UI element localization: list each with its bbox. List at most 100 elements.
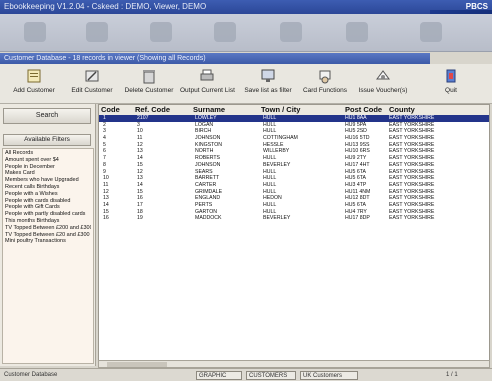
edit-customer-button[interactable]: Edit Customer	[70, 66, 114, 102]
table-row[interactable]: 13 16 ENGLAND HEDON HU12 8DT EAST YORKSHIRE	[99, 195, 489, 202]
truck-icon[interactable]	[280, 22, 302, 42]
cart-icon[interactable]	[150, 22, 172, 42]
quit-button[interactable]: Quit	[436, 66, 466, 102]
filter-item[interactable]: People with cards disabled	[5, 198, 91, 205]
table-row[interactable]: 6 13 NORTH WILLERBY HU10 6RS EAST YORKSHIRE	[99, 148, 489, 155]
cell-ref-code: 15	[137, 161, 143, 168]
filter-item[interactable]: People with partly disabled cards	[5, 211, 91, 218]
table-row[interactable]: 2 3 LOGAN HULL HU9 5PA EAST YORKSHIRE	[99, 122, 489, 129]
add-customer-button[interactable]: Add Customer	[12, 66, 56, 102]
cell-surname: LOWLEY	[195, 115, 217, 121]
available-filters-button[interactable]: Available Filters	[3, 134, 91, 146]
output-current-list-button[interactable]: Output Current List	[180, 66, 235, 102]
title-bar: Ebookkeeping V1.2.04 - Cskeed : DEMO, Vi…	[0, 0, 492, 14]
add-customer-icon	[27, 69, 41, 83]
table-row[interactable]: 12 15 GRIMDALE HULL HU11 4NM EAST YORKSHIRE	[99, 189, 489, 196]
cell-county: EAST YORKSHIRE	[389, 115, 435, 121]
cell-town: HULL	[263, 121, 277, 128]
cell-ref-code: 13	[137, 148, 143, 155]
column-header-town[interactable]: Town / City	[261, 105, 300, 115]
save-list-as-filter-button[interactable]: Save list as filter	[244, 66, 292, 102]
cell-county: EAST YORKSHIRE	[389, 128, 435, 135]
column-header-code[interactable]: Code	[101, 105, 120, 115]
cell-town: HULL	[263, 208, 277, 215]
cube-icon[interactable]	[346, 22, 368, 42]
cell-code: 3	[103, 128, 106, 135]
cell-county: EAST YORKSHIRE	[389, 141, 435, 148]
cell-post-code: HU5 2SD	[345, 128, 367, 135]
column-header-county[interactable]: County	[389, 105, 415, 115]
people-icon[interactable]	[24, 22, 46, 42]
filter-item[interactable]: Members who have Upgraded	[5, 177, 91, 184]
table-row[interactable]: 16 19 MADDOCK BEVERLEY HU17 8DP EAST YORKSHIR…	[99, 215, 489, 222]
column-header-surname[interactable]: Surname	[193, 105, 225, 115]
cell-ref-code: 2107	[137, 115, 149, 121]
table-row[interactable]: 5 12 KINGSTON HESSLE HU13 9SS EAST YORKSHIRE	[99, 142, 489, 149]
left-panel: Search Available Filters All Records Amou…	[0, 104, 96, 366]
cell-town: COTTINGHAM	[263, 135, 298, 142]
table-row[interactable]: 4 11 JOHNSON COTTINGHAM HU16 5TD EAST YORKSHI…	[99, 135, 489, 142]
cell-ref-code: 13	[137, 175, 143, 182]
main-toolbar: Add Customer Edit Customer Delete Custom…	[0, 64, 492, 104]
filter-item[interactable]: Mini poultry Transactions	[5, 238, 91, 245]
cell-county: EAST YORKSHIRE	[389, 208, 435, 215]
subwindow-title-bar: Customer Database - 18 records in viewer…	[0, 53, 430, 64]
cell-code: 1	[103, 115, 106, 121]
table-row[interactable]: 3 10 BIRCH HULL HU5 2SD EAST YORKSHIRE	[99, 128, 489, 135]
column-header-post-code[interactable]: Post Code	[345, 105, 382, 115]
customer-grid: Code Ref. Code Surname Town / City Post …	[98, 104, 490, 362]
scrollbar-thumb[interactable]	[107, 362, 167, 367]
table-row[interactable]: 7 14 ROBERTS HULL HU9 2TY EAST YORKSHIRE	[99, 155, 489, 162]
table-row[interactable]: 15 18 GARTON HULL HU4 7RY EAST YORKSHIRE	[99, 209, 489, 216]
cell-code: 8	[103, 161, 106, 168]
table-row[interactable]: 8 15 JOHNSON BEVERLEY HU17 4HT EAST YORKSHIRE	[99, 162, 489, 169]
filter-item[interactable]: People with Gift Cards	[5, 204, 91, 211]
cell-surname: GARTON	[195, 208, 218, 215]
cell-town: WILLERBY	[263, 148, 290, 155]
filter-item[interactable]: People in December	[5, 164, 91, 171]
cell-county: EAST YORKSHIRE	[389, 161, 435, 168]
table-row[interactable]: 11 14 CARTER HULL HU3 4TP EAST YORKSHIRE	[99, 182, 489, 189]
cell-surname: JOHNSON	[195, 161, 221, 168]
horizontal-scrollbar[interactable]	[98, 360, 490, 368]
table-row[interactable]: 10 13 BARRETT HULL HU5 6TA EAST YORKSHIRE	[99, 175, 489, 182]
table-row[interactable]: 14 17 PERTS HULL HU5 6TA EAST YORKSHIRE	[99, 202, 489, 209]
application-window: Ebookkeeping V1.2.04 - Cskeed : DEMO, Vi…	[0, 0, 492, 381]
cell-code: 14	[103, 201, 109, 208]
hand-icon[interactable]	[86, 22, 108, 42]
cell-county: EAST YORKSHIRE	[389, 121, 435, 128]
cell-code: 15	[103, 208, 109, 215]
cell-county: EAST YORKSHIRE	[389, 135, 435, 142]
status-box-3: UK Customers	[300, 371, 358, 380]
cell-code: 16	[103, 215, 109, 222]
card-functions-button[interactable]: Card Functions	[302, 66, 348, 102]
cell-ref-code: 16	[137, 195, 143, 202]
trash-icon	[143, 70, 155, 84]
status-bar: Customer Database GRAPHIC CUSTOMERS UK C…	[0, 368, 492, 381]
cell-town: HESSLE	[263, 141, 284, 148]
issue-vouchers-button[interactable]: Issue Voucher(s)	[358, 66, 408, 102]
search-button[interactable]: Search	[3, 108, 91, 124]
table-row[interactable]: 1 2107 LOWLEY HULL HU1 8AA EAST YORKSHIRE	[99, 115, 489, 122]
filter-item[interactable]: All Records	[5, 150, 91, 157]
cell-code: 5	[103, 141, 106, 148]
filter-item[interactable]: Makes Card	[5, 170, 91, 177]
filter-list: All Records Amount spent over $4 People in…	[2, 148, 94, 364]
cell-town: HULL	[263, 155, 277, 162]
filter-item[interactable]: TV Topped Between £200 and £300	[5, 225, 91, 232]
table-row[interactable]: 9 12 SEARS HULL HU5 6TA EAST YORKSHIRE	[99, 169, 489, 176]
cell-town: HULL	[263, 168, 277, 175]
delete-customer-button[interactable]: Delete Customer	[124, 66, 174, 102]
filter-item[interactable]: TV Topped Between £20 and £300	[5, 232, 91, 239]
filter-item[interactable]: People with a Wishes	[5, 191, 91, 198]
building-icon[interactable]	[420, 22, 442, 42]
cell-ref-code: 11	[137, 135, 143, 142]
pointer-icon[interactable]	[214, 22, 236, 42]
filter-item[interactable]: Recent calls Birthdays	[5, 184, 91, 191]
filter-item[interactable]: This months Birthdays	[5, 218, 91, 225]
cell-ref-code: 10	[137, 128, 143, 135]
cell-post-code: HU5 6TA	[345, 201, 366, 208]
column-header-ref-code[interactable]: Ref. Code	[135, 105, 170, 115]
filter-item[interactable]: Amount spent over $4	[5, 157, 91, 164]
cell-town: HULL	[263, 181, 277, 188]
